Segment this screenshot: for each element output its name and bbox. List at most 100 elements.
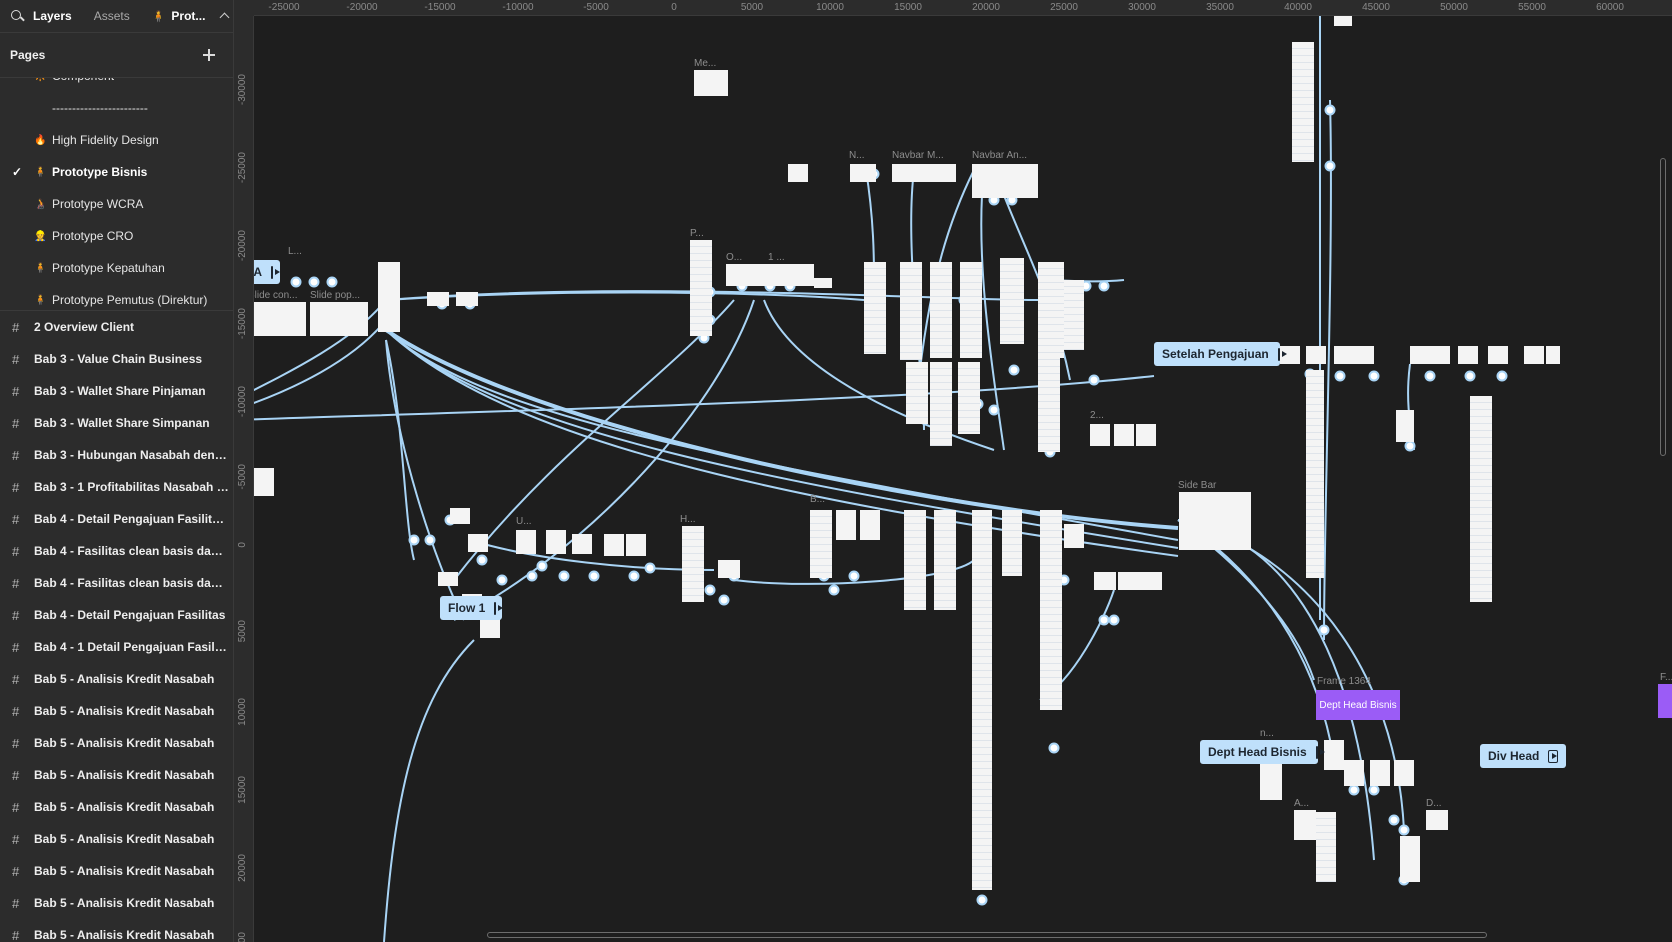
prototype-frame[interactable] (1292, 42, 1314, 162)
prototype-frame[interactable] (1114, 424, 1134, 446)
layer-row[interactable]: # Bab 3 - Value Chain Business (0, 343, 233, 375)
layer-row[interactable]: # Bab 4 - Detail Pengajuan Fasilitas (0, 599, 233, 631)
prototype-frame[interactable] (934, 510, 956, 610)
flow-start-badge[interactable]: Dept Head Bisnis (1200, 740, 1325, 764)
play-prototype-icon[interactable] (1277, 347, 1287, 361)
layer-row[interactable]: # Bab 5 - Analisis Kredit Nasabah (0, 759, 233, 791)
layer-row[interactable]: # Bab 3 - Hubungan Nasabah deng... (0, 439, 233, 471)
horizontal-scrollbar[interactable] (487, 932, 1487, 938)
prototype-frame[interactable] (930, 262, 952, 358)
prototype-frame[interactable] (718, 560, 740, 578)
page-item[interactable]: 👷 Prototype CRO (0, 220, 233, 252)
prototype-frame[interactable] (850, 164, 876, 182)
prototype-frame[interactable] (1002, 510, 1022, 576)
prototype-frame[interactable] (1488, 346, 1508, 364)
play-prototype-icon[interactable] (1548, 749, 1558, 763)
prototype-frame[interactable] (248, 302, 306, 336)
layers-list[interactable]: #2 Overview Client # Bab 3 - Value Chain B… (0, 311, 233, 942)
prototype-frame[interactable] (1400, 836, 1420, 882)
prototype-frame[interactable] (972, 164, 1038, 198)
layer-row[interactable]: # Bab 3 - 1 Profitabilitas Nasabah (... (0, 471, 233, 503)
page-switcher[interactable]: 🧍 Prot... (152, 9, 230, 23)
prototype-frame[interactable] (1306, 370, 1324, 578)
chevron-up-icon[interactable] (219, 12, 230, 23)
layer-row[interactable]: # Bab 5 - Analisis Kredit Nasabah (0, 663, 233, 695)
page-item[interactable]: 🔥 High Fidelity Design (0, 124, 233, 156)
prototype-frame[interactable] (1068, 294, 1084, 350)
prototype-frame[interactable] (427, 292, 449, 306)
prototype-frame[interactable] (892, 164, 956, 182)
page-item[interactable]: 🧍 Prototype Kepatuhan (0, 252, 233, 284)
prototype-frame[interactable] (516, 530, 536, 554)
prototype-frame[interactable] (770, 264, 792, 286)
prototype-frame[interactable] (972, 510, 992, 890)
prototype-frame[interactable] (1546, 346, 1560, 364)
purple-frame-dept-head[interactable]: Dept Head Bisnis (1316, 690, 1400, 720)
prototype-frame[interactable] (788, 164, 808, 182)
prototype-frame[interactable] (1064, 524, 1084, 548)
prototype-frame[interactable] (810, 510, 832, 578)
prototype-frame[interactable] (930, 362, 952, 446)
prototype-frame[interactable] (546, 530, 566, 554)
prototype-frame[interactable] (1370, 760, 1390, 786)
play-prototype-icon[interactable] (1315, 745, 1325, 759)
prototype-frame[interactable] (1410, 346, 1430, 364)
prototype-frame[interactable] (456, 292, 478, 306)
prototype-frame[interactable] (1306, 346, 1326, 364)
layer-row[interactable]: # Bab 5 - Analisis Kredit Nasabah (0, 823, 233, 855)
prototype-frame[interactable] (450, 508, 470, 524)
prototype-frame[interactable] (1038, 262, 1060, 452)
prototype-frame[interactable] (468, 534, 488, 552)
prototype-frame[interactable] (1136, 424, 1156, 446)
prototype-frame[interactable] (1294, 810, 1316, 840)
layer-row[interactable]: # Bab 4 - Detail Pengajuan Fasilitas ... (0, 503, 233, 535)
layer-row[interactable]: # Bab 5 - Analisis Kredit Nasabah (0, 791, 233, 823)
prototype-frame[interactable] (572, 534, 592, 554)
prototype-frame[interactable] (1324, 740, 1344, 770)
prototype-frame[interactable] (1344, 760, 1364, 786)
purple-frame-div-head[interactable] (1658, 684, 1672, 718)
prototype-frame[interactable] (958, 362, 980, 434)
prototype-frame[interactable] (1524, 346, 1544, 364)
prototype-frame[interactable] (864, 262, 886, 354)
page-item[interactable]: 🔆Component (0, 78, 233, 92)
prototype-frame[interactable] (1470, 396, 1492, 602)
layer-row[interactable]: #2 Overview Client (0, 311, 233, 343)
vertical-scrollbar[interactable] (1660, 158, 1666, 456)
prototype-frame[interactable] (1354, 346, 1374, 364)
flow-start-badge[interactable]: Flow 1 (440, 596, 504, 620)
prototype-frame[interactable] (1140, 572, 1162, 590)
prototype-frame[interactable] (748, 264, 770, 286)
prototype-frame[interactable] (1394, 760, 1414, 786)
prototype-frame[interactable] (682, 526, 704, 602)
prototype-frame[interactable] (792, 264, 814, 286)
prototype-frame[interactable] (1090, 424, 1110, 446)
layer-row[interactable]: # Bab 3 - Wallet Share Simpanan (0, 407, 233, 439)
prototype-frame[interactable] (1334, 346, 1354, 364)
play-prototype-icon[interactable] (271, 265, 280, 279)
flow-start-badge[interactable]: Div Head (1480, 744, 1566, 768)
prototype-frame[interactable] (438, 572, 458, 586)
prototype-frame[interactable] (1000, 258, 1024, 344)
prototype-frame[interactable] (694, 70, 728, 96)
prototype-frame[interactable] (906, 362, 928, 424)
canvas[interactable]: Me... N... Navbar M... Navbar An... Side Bar… (234, 0, 1672, 942)
prototype-frame[interactable] (726, 264, 748, 286)
prototype-frame[interactable] (690, 240, 712, 336)
prototype-frame[interactable] (1094, 572, 1116, 590)
prototype-frame[interactable] (1118, 572, 1140, 590)
add-page-icon[interactable] (203, 49, 215, 61)
search-icon[interactable] (10, 9, 24, 23)
prototype-frame[interactable] (1179, 492, 1251, 550)
layer-row[interactable]: # Bab 4 - Fasilitas clean basis dan/a... (0, 567, 233, 599)
layer-row[interactable]: # Bab 3 - Wallet Share Pinjaman (0, 375, 233, 407)
layer-row[interactable]: # Bab 4 - 1 Detail Pengajuan Fasilitas (0, 631, 233, 663)
prototype-frame[interactable] (860, 510, 880, 540)
prototype-frame[interactable] (904, 510, 926, 610)
prototype-frame[interactable] (1426, 810, 1448, 830)
prototype-frame[interactable] (604, 534, 624, 556)
layer-row[interactable]: # Bab 5 - Analisis Kredit Nasabah (0, 695, 233, 727)
prototype-frame[interactable] (1458, 346, 1478, 364)
page-item[interactable]: 🧍 Prototype Pemutus (Direktur) (0, 284, 233, 310)
play-prototype-icon[interactable] (494, 601, 504, 615)
